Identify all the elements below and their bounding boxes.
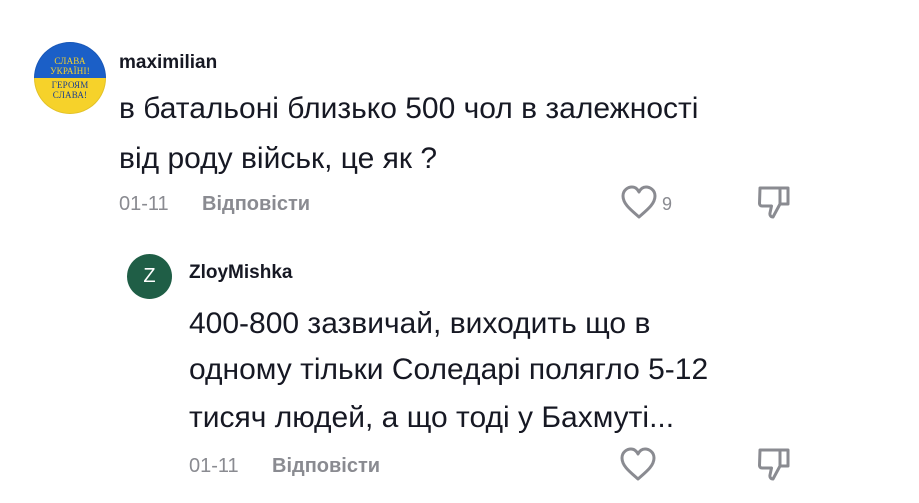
reply-text-line: одному тільки Соледарі полягло 5-12	[189, 353, 709, 386]
reply-date: 01-11	[189, 455, 239, 477]
avatar-letter: Z	[143, 265, 156, 287]
reply-text-line: 400-800 зазвичай, виходить що в	[189, 307, 651, 340]
reply-username[interactable]: ZloyMishka	[189, 262, 292, 284]
thumbs-down-icon[interactable]	[756, 184, 792, 222]
heart-outline-icon[interactable]	[619, 184, 659, 222]
heart-outline-icon[interactable]	[618, 446, 658, 484]
reply-button[interactable]: Відповісти	[272, 455, 380, 478]
reply-text-line: тисяч людей, а що тоді у Бахмуті...	[189, 401, 675, 434]
previous-content-cutoff	[0, 0, 919, 4]
user-avatar[interactable]: СЛАВА УКРАЇНІ! ГЕРОЯМ СЛАВА!	[34, 42, 106, 114]
avatar-text-top: СЛАВА УКРАЇНІ!	[50, 56, 90, 76]
avatar-text-bottom: ГЕРОЯМ СЛАВА!	[51, 80, 89, 100]
reply-button[interactable]: Відповісти	[202, 193, 310, 216]
comment-date: 01-11	[119, 193, 169, 215]
comment-username[interactable]: maximilian	[119, 52, 217, 74]
like-count: 9	[662, 194, 673, 214]
thumbs-down-icon[interactable]	[756, 446, 792, 484]
comment-text-line: від роду військ, це як ?	[119, 142, 438, 175]
user-avatar[interactable]: Z	[127, 254, 172, 299]
comment-text-line: в батальоні близько 500 чол в залежності	[119, 92, 699, 125]
